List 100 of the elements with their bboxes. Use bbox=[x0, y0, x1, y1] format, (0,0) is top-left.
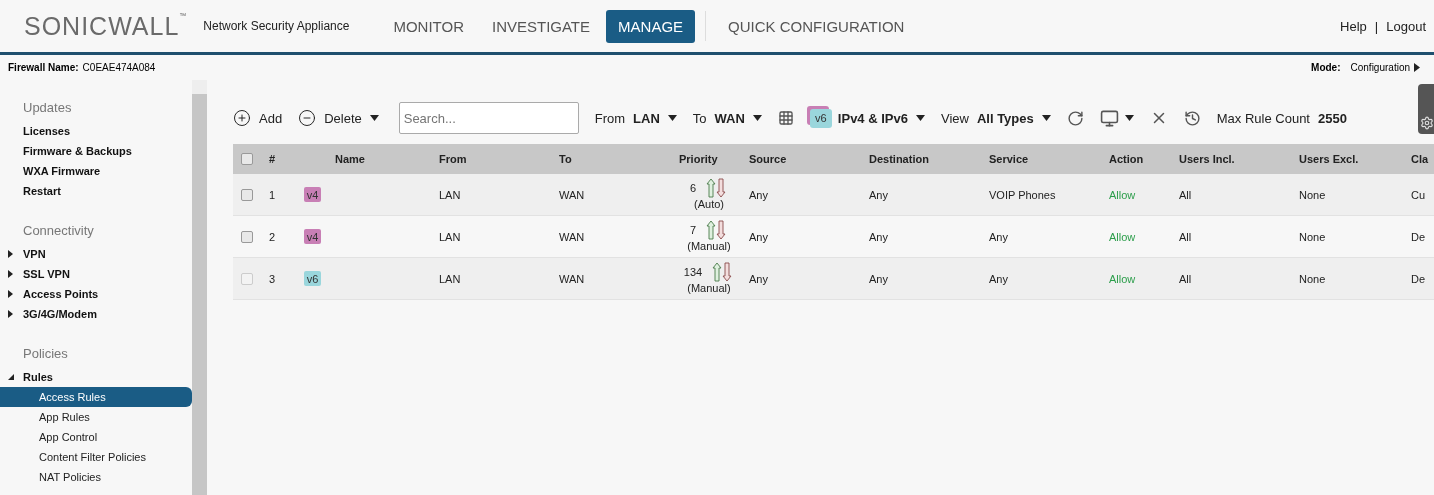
sidebar-item[interactable]: SSL VPN bbox=[0, 264, 192, 284]
sidebar-subitem[interactable]: Access Rules bbox=[0, 387, 192, 407]
table-cell-text: Any bbox=[869, 272, 889, 285]
sidebar-item[interactable]: Licenses bbox=[0, 121, 192, 141]
table-row[interactable]: 1 v4 LAN WAN 6 (Auto) Any Any VOIP Phones Allow All None Cu bbox=[233, 174, 1434, 216]
sidebar-subitem[interactable]: App Control bbox=[0, 427, 192, 447]
column-header: Name bbox=[335, 153, 366, 165]
table-cell-text: VOIP Phones bbox=[989, 188, 1057, 201]
priority-arrows-icon[interactable] bbox=[706, 178, 729, 198]
column-header: Source bbox=[749, 153, 788, 165]
sidebar-subitem[interactable]: Content Filter Policies bbox=[0, 447, 192, 467]
table-cell-text: None bbox=[1299, 272, 1327, 285]
delete-button[interactable]: Delete bbox=[298, 109, 379, 127]
table-cell-text: 2 bbox=[269, 230, 277, 243]
column-header: Users Excl. bbox=[1299, 153, 1360, 165]
caret-icon bbox=[667, 115, 677, 121]
column-header: Users Incl. bbox=[1179, 153, 1236, 165]
sidebar-item[interactable]: Restart bbox=[0, 181, 192, 201]
priority-arrows-icon[interactable] bbox=[712, 262, 735, 282]
table-cell-text: LAN bbox=[439, 188, 462, 201]
collapsed-icon bbox=[7, 250, 15, 258]
nav-tab[interactable]: INVESTIGATE bbox=[479, 9, 603, 43]
table-cell-text: De bbox=[1411, 272, 1427, 285]
scrollbar[interactable] bbox=[192, 80, 207, 495]
table-cell-text: LAN bbox=[439, 272, 462, 285]
history-icon[interactable] bbox=[1183, 109, 1201, 127]
collapsed-icon bbox=[7, 310, 15, 318]
table-cell-text: WAN bbox=[559, 272, 586, 285]
side-panel-tab[interactable] bbox=[1418, 84, 1434, 134]
help-link[interactable]: Help bbox=[1340, 18, 1367, 34]
table-cell-text: None bbox=[1299, 230, 1327, 243]
sidebar-item[interactable]: Access Points bbox=[0, 284, 192, 304]
table-cell-text: Any bbox=[989, 272, 1009, 285]
table-cell: 6 bbox=[689, 181, 697, 195]
product-name: Network Security Appliance bbox=[203, 19, 350, 33]
settings-icon bbox=[1420, 116, 1434, 130]
max-rule-count: 2550 bbox=[1318, 110, 1347, 126]
mode-value[interactable]: Configuration bbox=[1350, 62, 1410, 73]
from-dropdown[interactable]: From LAN bbox=[594, 110, 677, 126]
table-cell-text: Any bbox=[749, 230, 769, 243]
link-separator: | bbox=[1374, 18, 1379, 34]
ip-version-tag: v4 bbox=[304, 229, 321, 244]
table-cell-text: Any bbox=[869, 188, 889, 201]
table-cell-text: WAN bbox=[559, 230, 586, 243]
sidebar-heading: Updates bbox=[22, 99, 73, 117]
grid-icon[interactable] bbox=[777, 110, 794, 126]
column-header: # bbox=[269, 153, 277, 165]
view-dropdown[interactable]: View All Types bbox=[940, 110, 1051, 126]
table-cell-text: All bbox=[1179, 272, 1193, 285]
monitor-icon[interactable] bbox=[1099, 108, 1134, 128]
select-all-checkbox[interactable] bbox=[241, 153, 253, 165]
table-cell: 7 bbox=[689, 223, 697, 237]
sidebar-subitem[interactable]: NAT Policies bbox=[0, 467, 192, 487]
sidebar-heading: Policies bbox=[22, 345, 69, 363]
nav-tab[interactable]: MONITOR bbox=[381, 9, 476, 43]
sidebar-item[interactable]: WXA Firmware bbox=[0, 161, 192, 181]
table-cell-text: De bbox=[1411, 230, 1427, 243]
firewall-name-label: Firewall Name: bbox=[8, 62, 79, 73]
table-cell-text: 1 bbox=[269, 188, 277, 201]
to-dropdown[interactable]: To WAN bbox=[692, 110, 762, 126]
add-button[interactable]: Add bbox=[233, 109, 283, 127]
table-cell-text: Any bbox=[989, 230, 1009, 243]
nav-tab[interactable]: MANAGE bbox=[606, 9, 696, 43]
caret-icon bbox=[1124, 115, 1134, 121]
expanded-icon bbox=[7, 373, 15, 381]
refresh-icon[interactable] bbox=[1066, 109, 1084, 127]
sidebar-item[interactable]: 3G/4G/Modem bbox=[0, 304, 192, 324]
table-cell-text: Any bbox=[749, 272, 769, 285]
priority-arrows-icon[interactable] bbox=[706, 220, 729, 240]
nav-tab[interactable]: QUICK CONFIGURATION bbox=[716, 9, 917, 43]
table-cell-text: Allow bbox=[1109, 188, 1137, 201]
sidebar-heading: Connectivity bbox=[22, 222, 95, 240]
logout-link[interactable]: Logout bbox=[1386, 18, 1426, 34]
plus-icon bbox=[233, 109, 251, 127]
sidebar-item[interactable]: VPN bbox=[0, 244, 192, 264]
ip-version-tag: v4 bbox=[304, 187, 321, 202]
table-cell: (Manual) bbox=[687, 282, 731, 295]
table-cell: 134 bbox=[683, 265, 703, 279]
sidebar-item[interactable]: Firmware & Backups bbox=[0, 141, 192, 161]
sidebar-subitem[interactable]: App Rules bbox=[0, 407, 192, 427]
firewall-name: C0EAE474A084 bbox=[82, 62, 156, 73]
caret-icon bbox=[915, 115, 925, 121]
ip-version-dropdown[interactable]: IPv4 & IPv6 bbox=[837, 110, 925, 126]
table-cell-text: None bbox=[1299, 188, 1327, 201]
caret-icon bbox=[1041, 115, 1051, 121]
table-cell-text: Any bbox=[869, 230, 889, 243]
row-checkbox[interactable] bbox=[241, 188, 253, 201]
column-header: Priority bbox=[679, 153, 719, 165]
max-rule-count-label: Max Rule Count bbox=[1216, 110, 1310, 126]
ip-version-icon: v6 bbox=[809, 108, 832, 128]
table-cell-text: LAN bbox=[439, 230, 462, 243]
caret-icon bbox=[752, 115, 762, 121]
row-checkbox[interactable] bbox=[241, 230, 253, 243]
table-cell-text: 3 bbox=[269, 272, 277, 285]
mode-label: Mode: bbox=[1311, 62, 1341, 73]
search-field[interactable]: Search... bbox=[398, 102, 579, 134]
collapsed-icon bbox=[7, 270, 15, 278]
sidebar-item[interactable]: Rules bbox=[0, 367, 192, 387]
table-cell-text: Cu bbox=[1411, 188, 1427, 201]
table-cell-text: Allow bbox=[1109, 230, 1137, 243]
